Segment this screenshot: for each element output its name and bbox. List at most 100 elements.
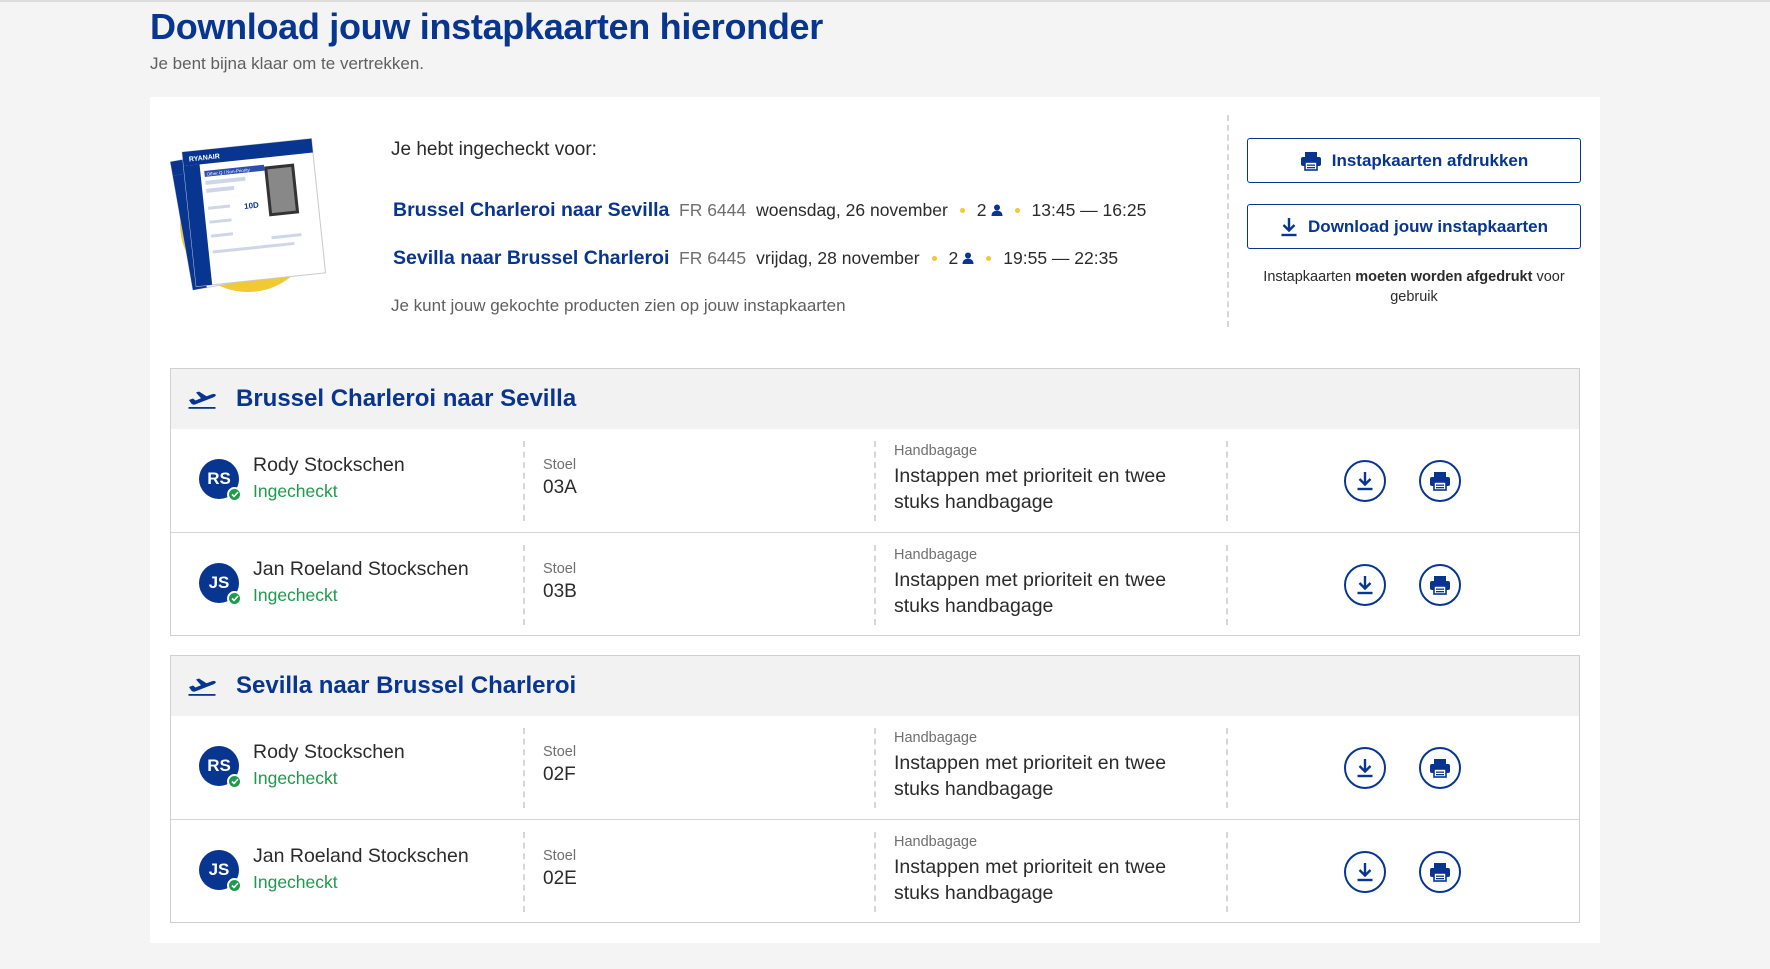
column-divider (874, 728, 876, 808)
column-divider (1226, 545, 1228, 625)
download-pass-button[interactable] (1344, 460, 1386, 502)
boarding-pass-illustration: RYANAIR Other Q / Non-Priority 10D (169, 138, 327, 292)
checkin-status: Ingecheckt (253, 585, 338, 605)
column-divider (523, 832, 525, 912)
flight-date: woensdag, 26 november (756, 199, 948, 220)
column-divider (874, 441, 876, 521)
column-divider (523, 728, 525, 808)
download-pass-button[interactable] (1344, 747, 1386, 789)
baggage-value: Instappen met prioriteit en twee stuks h… (894, 752, 1167, 800)
download-icon (1357, 863, 1373, 882)
page-title: Download jouw instapkaarten hieronder (150, 6, 823, 47)
download-pass-button[interactable] (1344, 851, 1386, 893)
passenger-row: JS Jan Roeland Stockschen Ingecheckt Sto… (171, 532, 1579, 635)
seat-value: 02E (543, 868, 577, 889)
print-button-label: Instapkaarten afdrukken (1331, 150, 1529, 170)
flight-section: Brussel Charleroi naar Sevilla RS Rody S… (170, 368, 1580, 636)
person-icon (962, 252, 974, 264)
checkin-status: Ingecheckt (253, 481, 338, 501)
checkin-status: Ingecheckt (253, 872, 338, 892)
svg-text:10D: 10D (244, 200, 260, 211)
download-icon (1357, 472, 1373, 491)
baggage-label: Handbagage (894, 443, 978, 459)
passenger-name: Jan Roeland Stockschen (253, 845, 469, 867)
print-pass-button[interactable] (1419, 747, 1461, 789)
print-note: Instapkaarten moeten worden afgedrukt vo… (1263, 269, 1565, 305)
seat-value: 02F (543, 764, 576, 785)
baggage-label: Handbagage (894, 547, 978, 563)
column-divider (523, 441, 525, 521)
separator-dot (959, 207, 965, 213)
flight-number: FR 6445 (679, 247, 747, 268)
checkmark-icon (227, 487, 242, 502)
checkmark-icon (227, 878, 242, 893)
baggage-value: Instappen met prioriteit en twee stuks h… (894, 465, 1167, 513)
download-pass-button[interactable] (1344, 564, 1386, 606)
flight-date: vrijdag, 28 november (756, 247, 920, 268)
baggage-value: Instappen met prioriteit en twee stuks h… (894, 856, 1167, 904)
download-icon (1281, 217, 1297, 236)
passenger-name: Rody Stockschen (253, 454, 405, 476)
flight-section: Sevilla naar Brussel Charleroi RS Rody S… (170, 655, 1580, 923)
print-boarding-passes-button[interactable]: Instapkaarten afdrukken (1247, 138, 1581, 183)
baggage-value: Instappen met prioriteit en twee stuks h… (894, 569, 1167, 617)
print-pass-button[interactable] (1419, 460, 1461, 502)
passenger-row: RS Rody Stockschen Ingecheckt Stoel 02F … (171, 716, 1579, 819)
checked-in-label: Je hebt ingecheckt voor: (391, 139, 597, 160)
flight-section-title: Brussel Charleroi naar Sevilla (236, 385, 577, 412)
seat-label: Stoel (543, 457, 577, 473)
flight-route: Sevilla naar Brussel Charleroi (393, 246, 670, 269)
baggage-label: Handbagage (894, 834, 978, 850)
flight-section-header: Sevilla naar Brussel Charleroi (171, 656, 1579, 716)
column-divider (874, 832, 876, 912)
download-boarding-passes-button[interactable]: Download jouw instapkaarten (1247, 204, 1581, 249)
flight-number: FR 6444 (679, 199, 747, 220)
seat-label: Stoel (543, 561, 577, 577)
printer-icon (1430, 472, 1450, 491)
passenger-name: Jan Roeland Stockschen (253, 558, 469, 580)
passenger-name: Rody Stockschen (253, 741, 405, 763)
printer-icon (1430, 863, 1450, 882)
passenger-row: RS Rody Stockschen Ingecheckt Stoel 03A … (171, 429, 1579, 532)
separator-dot (1014, 207, 1020, 213)
flight-summary-row: Brussel Charleroi naar Sevilla FR 6444 w… (393, 195, 1146, 225)
printer-icon (1430, 576, 1450, 595)
checkmark-icon (227, 774, 242, 789)
top-divider (0, 0, 1770, 2)
column-divider (1226, 832, 1228, 912)
flight-route: Brussel Charleroi naar Sevilla (393, 198, 670, 221)
printer-icon (1300, 151, 1321, 171)
print-pass-button[interactable] (1419, 851, 1461, 893)
person-icon (991, 204, 1003, 216)
flight-summary-row: Sevilla naar Brussel Charleroi FR 6445 v… (393, 243, 1118, 273)
seat-label: Stoel (543, 848, 577, 864)
page-subtitle: Je bent bijna klaar om te vertrekken. (150, 54, 425, 73)
flight-section-title: Sevilla naar Brussel Charleroi (236, 672, 577, 699)
passenger-row: JS Jan Roeland Stockschen Ingecheckt Sto… (171, 819, 1579, 922)
separator-dot (986, 255, 992, 261)
print-pass-button[interactable] (1419, 564, 1461, 606)
download-icon (1357, 759, 1373, 778)
boarding-pass-card: RYANAIR Other Q / Non-Priority 10D Je he… (150, 97, 1600, 943)
baggage-label: Handbagage (894, 730, 978, 746)
plane-departure-icon (188, 391, 216, 409)
printer-icon (1430, 759, 1450, 778)
products-note: Je kunt jouw gekochte producten zien op … (391, 296, 846, 315)
flight-time: 19:55 — 22:35 (1003, 247, 1119, 268)
download-button-label: Download jouw instapkaarten (1308, 216, 1548, 236)
column-divider (523, 545, 525, 625)
flight-time: 13:45 — 16:25 (1031, 199, 1147, 220)
column-divider (1226, 728, 1228, 808)
vertical-divider (1227, 115, 1229, 327)
column-divider (1226, 441, 1228, 521)
download-icon (1357, 576, 1373, 595)
checkmark-icon (227, 591, 242, 606)
flight-section-header: Brussel Charleroi naar Sevilla (171, 369, 1579, 429)
checkin-status: Ingecheckt (253, 768, 338, 788)
column-divider (874, 545, 876, 625)
seat-value: 03A (543, 477, 577, 498)
seat-value: 03B (543, 581, 577, 602)
separator-dot (931, 255, 937, 261)
passenger-count: 2 (949, 248, 975, 269)
passenger-count: 2 (977, 200, 1003, 221)
